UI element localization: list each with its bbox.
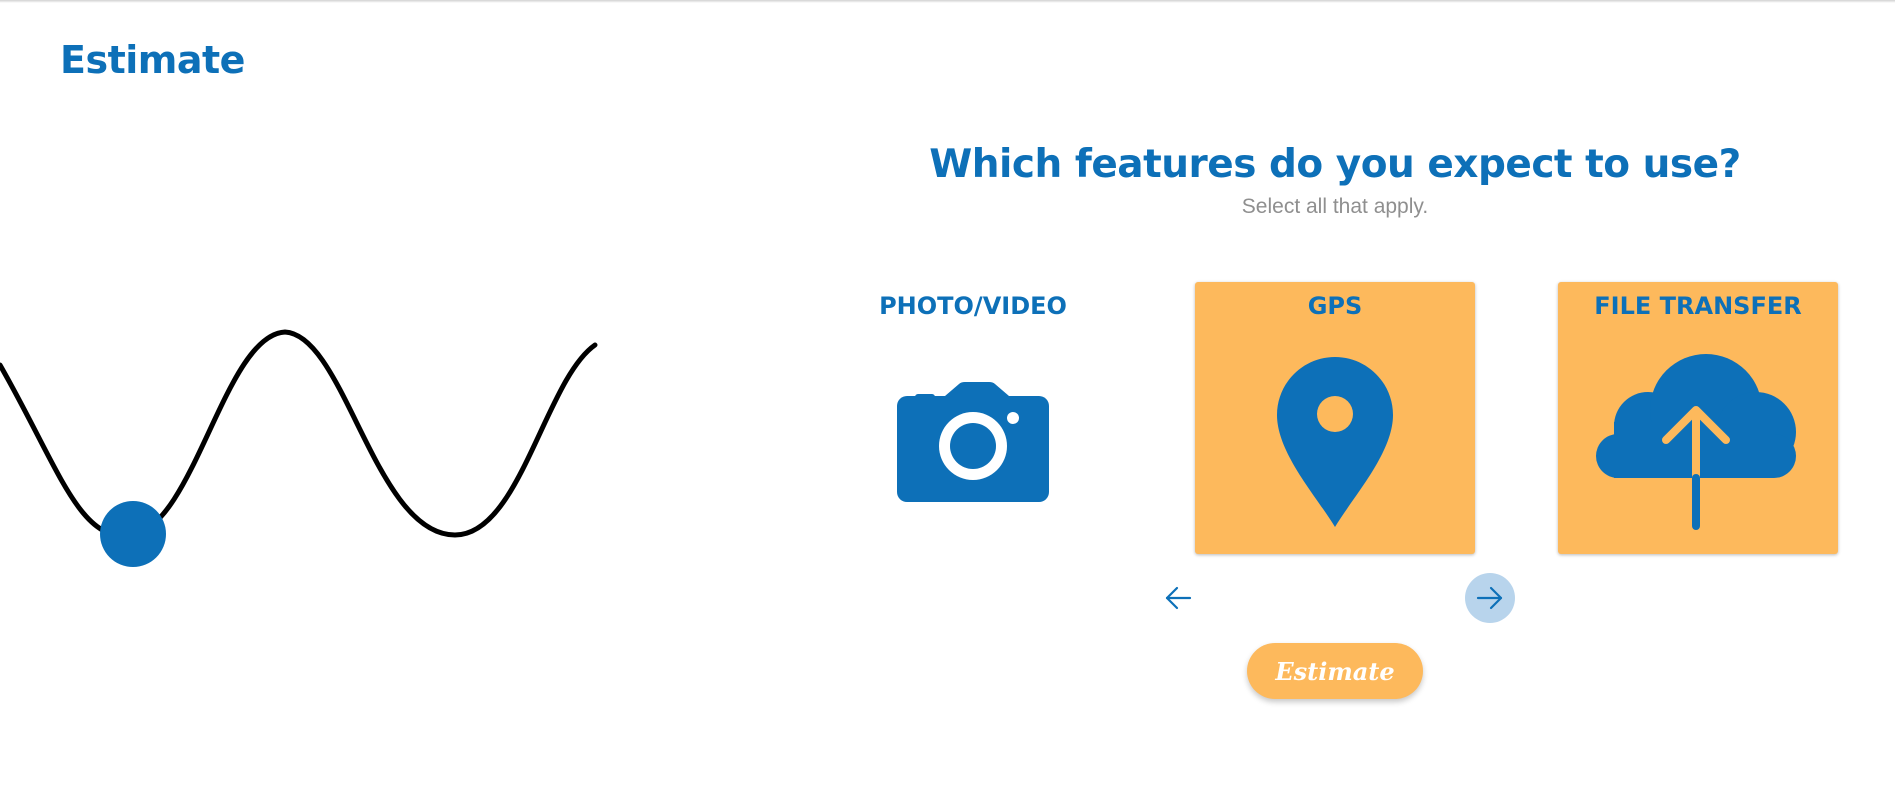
question-heading: Which features do you expect to use? <box>929 142 1741 187</box>
question-subtitle: Select all that apply. <box>1241 195 1429 218</box>
top-shadow <box>0 0 1895 3</box>
feature-label: FILE TRANSFER <box>1594 292 1802 320</box>
feature-label: PHOTO/VIDEO <box>879 292 1067 320</box>
wave-animation <box>0 300 600 580</box>
estimate-button[interactable]: Estimate <box>1247 643 1423 699</box>
feature-card-file-transfer[interactable]: FILE TRANSFER <box>1558 282 1838 554</box>
feature-card-gps[interactable]: GPS <box>1195 282 1475 554</box>
feature-card-photo-video[interactable]: PHOTO/VIDEO <box>833 282 1113 554</box>
arrow-right-icon <box>1476 586 1503 610</box>
map-pin-icon <box>1277 357 1393 527</box>
sine-wave-loader-icon <box>0 329 598 567</box>
prev-button[interactable] <box>1153 573 1203 623</box>
camera-icon <box>897 382 1049 502</box>
wave-line <box>0 329 598 539</box>
next-button[interactable] <box>1465 573 1515 623</box>
feature-label: GPS <box>1307 292 1363 320</box>
page-title: Estimate <box>60 38 245 82</box>
arrow-left-icon <box>1165 586 1192 610</box>
wave-ball <box>100 501 166 567</box>
cloud-upload-icon <box>1596 354 1796 532</box>
